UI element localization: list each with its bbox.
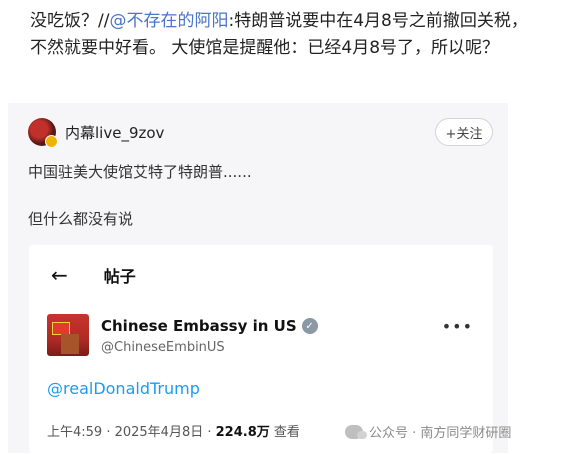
follow-button[interactable]: +关注 <box>435 118 493 146</box>
quoted-card: 内幕live_9zov +关注 中国驻美大使馆艾特了特朗普...... 但什么都… <box>8 103 508 453</box>
badge-icon <box>45 135 58 148</box>
card-text-line2: 但什么都没有说 <box>28 210 134 228</box>
avatar[interactable] <box>28 118 58 148</box>
embassy-handle[interactable]: @ChineseEmbinUS <box>101 340 225 355</box>
card-header: 内幕live_9zov <box>28 118 164 148</box>
tweet-views: 224.8万 <box>215 425 270 440</box>
back-arrow-icon[interactable]: ← <box>51 263 68 287</box>
verified-badge-icon: ✓ <box>301 318 318 334</box>
tweet-top-bar: ← 帖子 <box>51 263 136 287</box>
tweet-mention-link[interactable]: @realDonaldTrump <box>47 379 200 398</box>
embassy-name-text: Chinese Embassy in US <box>101 317 297 335</box>
watermark-text: 公众号 · 南方同学财研圈 <box>369 426 512 441</box>
watermark: 公众号 · 南方同学财研圈 <box>345 422 511 441</box>
building-icon <box>61 334 79 354</box>
tweet-time: 上午4:59 · 2025年4月8日 · <box>47 425 216 440</box>
username[interactable]: 内幕live_9zov <box>65 122 164 143</box>
post-text-prefix: 没吃饭？// <box>30 11 110 31</box>
mention-link[interactable]: @不存在的阿阳 <box>109 11 228 31</box>
tweet-page-title: 帖子 <box>103 267 136 286</box>
tweet-views-label[interactable]: 查看 <box>270 425 300 440</box>
wechat-icon <box>345 424 367 439</box>
card-text-line1: 中国驻美大使馆艾特了特朗普...... <box>28 163 252 181</box>
embassy-avatar[interactable] <box>47 314 89 356</box>
embassy-name[interactable]: Chinese Embassy in US ✓ <box>101 317 318 335</box>
more-options-icon[interactable]: ••• <box>442 317 473 336</box>
post-text: 没吃饭？//@不存在的阿阳:特朗普说要中在4月8号之前撤回关税，不然就要中好看。… <box>30 8 530 62</box>
tweet-meta: 上午4:59 · 2025年4月8日 · 224.8万 查看 <box>47 421 300 440</box>
